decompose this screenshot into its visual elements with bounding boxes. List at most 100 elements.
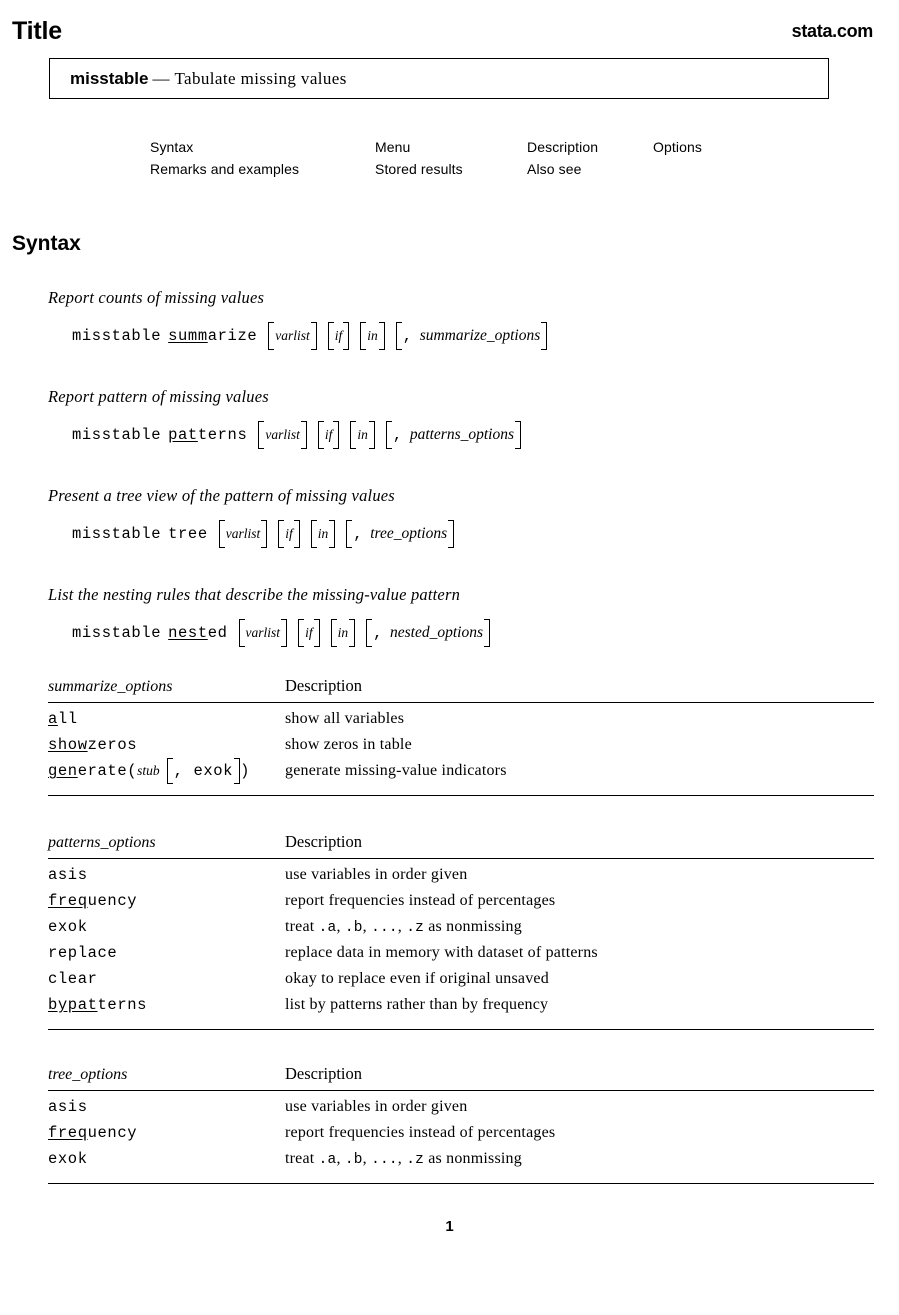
optional-bracket: if	[298, 619, 320, 647]
syntax-caption: Report pattern of missing values	[48, 387, 269, 406]
syntax-arg-varlist: varlist	[275, 328, 310, 343]
options-table-summarize: summarize_options Description all show all …	[48, 676, 874, 796]
table-header-row: summarize_options Description	[48, 676, 874, 702]
syntax-options-placeholder: tree_options	[370, 525, 448, 542]
optional-bracket: varlist	[258, 421, 307, 449]
nav-link-stored-results[interactable]: Stored results	[375, 158, 527, 180]
syntax-arg-in: in	[367, 328, 378, 343]
optional-bracket: varlist	[218, 520, 268, 548]
option-name[interactable]: frequency	[48, 892, 137, 910]
option-name[interactable]: showzeros	[48, 736, 137, 754]
option-description: show zeros in table	[285, 736, 412, 753]
syntax-line: misstable tree varlist if in, tree_options	[72, 520, 878, 548]
table-header-row: patterns_options Description	[48, 832, 874, 858]
option-description: report frequencies instead of percentage…	[285, 1124, 556, 1141]
option-description: treat .a, .b, ..., .z as nonmissing	[285, 1150, 522, 1168]
option-name[interactable]: replace	[48, 944, 117, 962]
table-row: frequency report frequencies instead of p…	[48, 892, 874, 918]
table-row: clear okay to replace even if original un…	[48, 970, 874, 996]
table-header-options: patterns_options	[48, 834, 156, 851]
syntax-subcommand: patterns	[168, 426, 248, 444]
syntax-arg-varlist: varlist	[225, 526, 261, 541]
syntax-line: misstable nested varlist if in , nested_option…	[72, 619, 878, 647]
table-header-row: tree_options Description	[48, 1064, 874, 1090]
option-name[interactable]: all	[48, 710, 78, 728]
nav-link-also-see[interactable]: Also see	[527, 158, 653, 180]
syntax-arg-in: in	[317, 526, 329, 541]
syntax-arg-in: in	[337, 625, 349, 640]
option-description: generate missing-value indicators	[285, 762, 507, 779]
option-description: okay to replace even if original unsaved	[285, 970, 549, 987]
table-rule-bottom	[48, 795, 874, 796]
option-name[interactable]: exok	[48, 1150, 88, 1168]
optional-bracket: if	[327, 322, 350, 350]
optional-bracket: , nested_options	[366, 619, 490, 647]
table-row: exok treat .a, .b, ..., .z as nonmissing	[48, 1150, 874, 1176]
option-name[interactable]: asis	[48, 866, 88, 884]
syntax-caption: Report counts of missing values	[48, 288, 265, 307]
nav-link-remarks-and-examples[interactable]: Remarks and examples	[150, 158, 375, 180]
syntax-subcommand: summarize	[168, 327, 258, 345]
option-description: treat .a, .b, ..., .z as nonmissing	[285, 918, 522, 936]
option-name[interactable]: asis	[48, 1098, 88, 1116]
page-header: Title stata.com	[0, 14, 899, 48]
table-row: asis use variables in order given	[48, 866, 874, 892]
table-header-description: Description	[285, 832, 362, 851]
title-dash: —	[152, 68, 170, 88]
nav-row-1: Syntax Menu Description Options	[150, 136, 750, 158]
table-header-options: summarize_options	[48, 678, 173, 695]
optional-bracket: , patterns_options	[385, 421, 522, 449]
syntax-arg-in: in	[357, 427, 368, 442]
optional-bracket: in	[330, 619, 356, 647]
stata-com-brand[interactable]: stata.com	[792, 22, 874, 40]
syntax-arg-varlist: varlist	[265, 427, 300, 442]
syntax-arg-varlist: varlist	[245, 625, 281, 640]
nav-link-menu[interactable]: Menu	[375, 136, 527, 158]
table-header-options: tree_options	[48, 1066, 128, 1083]
command-description: Tabulate missing values	[174, 68, 347, 88]
nav-link-options[interactable]: Options	[653, 136, 743, 158]
option-description: list by patterns rather than by frequenc…	[285, 996, 549, 1013]
syntax-group-patterns: Report pattern of missing values misstabl…	[48, 387, 878, 449]
footer-rule	[48, 1183, 874, 1184]
option-name[interactable]: frequency	[48, 1124, 137, 1142]
table-row: bypatterns list by patterns rather than b…	[48, 996, 874, 1022]
table-row: exok treat .a, .b, ..., .z as nonmissing	[48, 918, 874, 944]
optional-bracket: varlist	[238, 619, 288, 647]
table-row: asis use variables in order given	[48, 1098, 874, 1124]
syntax-arg-if: if	[305, 625, 313, 640]
nav-link-description[interactable]: Description	[527, 136, 653, 158]
syntax-arg-if: if	[324, 427, 333, 442]
optional-bracket: in	[350, 421, 375, 449]
syntax-subcommand: nested	[168, 624, 228, 642]
page-number: 1	[445, 1218, 454, 1235]
optional-bracket: in	[360, 322, 385, 350]
table-row: replace replace data in memory with datas…	[48, 944, 874, 970]
option-name[interactable]: clear	[48, 970, 98, 988]
command-title-box: misstable — Tabulate missing values	[49, 58, 829, 99]
syntax-command: misstable	[72, 624, 162, 642]
options-table-patterns: patterns_options Description asis use varia…	[48, 832, 874, 1030]
option-name[interactable]: exok	[48, 918, 88, 936]
page-title: Title	[12, 16, 62, 45]
syntax-command: misstable	[72, 327, 162, 345]
syntax-comma: ,	[373, 624, 383, 642]
syntax-caption: List the nesting rules that describe the…	[48, 585, 461, 604]
option-name[interactable]: generate(stub, exok)	[48, 758, 250, 784]
option-name[interactable]: bypatterns	[48, 996, 147, 1014]
option-description: show all variables	[285, 710, 405, 727]
syntax-comma: ,	[392, 426, 403, 444]
optional-bracket: varlist	[268, 322, 317, 350]
table-row: generate(stub, exok) generate missing-val…	[48, 758, 874, 788]
option-description: use variables in order given	[285, 1098, 468, 1115]
syntax-line: misstable summarize varlist if in, summarize_…	[72, 322, 878, 350]
nav-link-syntax[interactable]: Syntax	[150, 136, 375, 158]
table-row: frequency report frequencies instead of p…	[48, 1124, 874, 1150]
command-name: misstable	[70, 68, 149, 88]
syntax-group-tree: Present a tree view of the pattern of mi…	[48, 486, 878, 548]
syntax-caption: Present a tree view of the pattern of mi…	[48, 486, 395, 505]
options-table-tree: tree_options Description asis use variables…	[48, 1064, 874, 1184]
syntax-comma: ,	[402, 327, 413, 345]
syntax-group-summarize: Report counts of missing values misstable…	[48, 288, 878, 350]
section-navigation: Syntax Menu Description Options Remarks and…	[150, 136, 750, 180]
